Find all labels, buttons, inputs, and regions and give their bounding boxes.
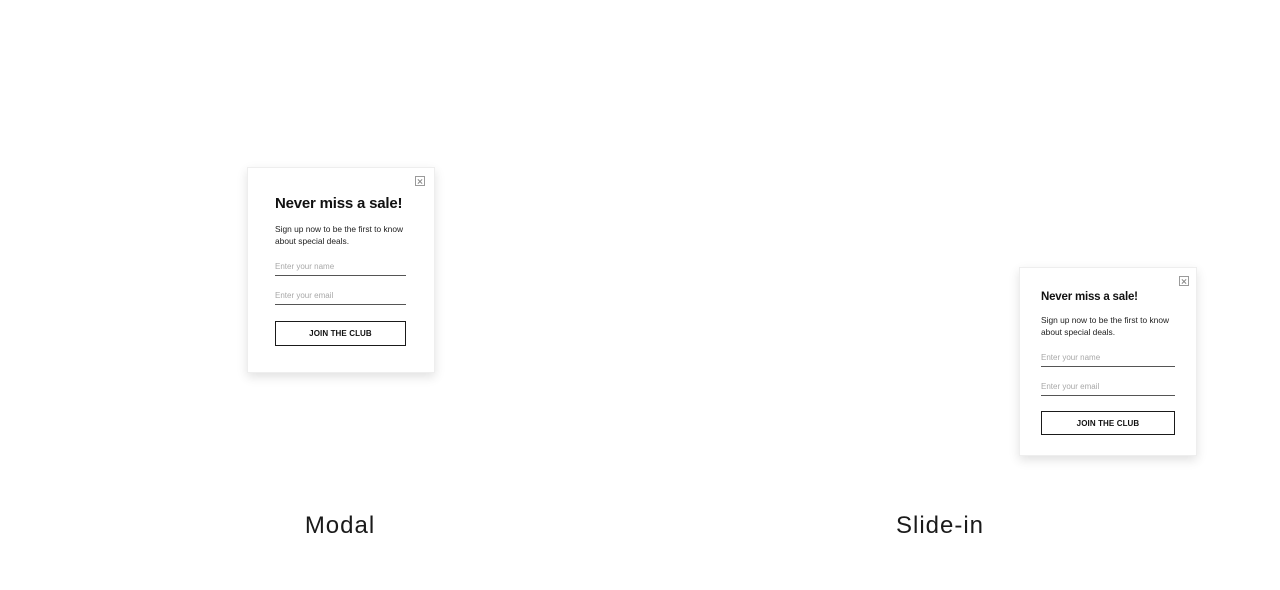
popup-description: Sign up now to be the first to know abou… [275,224,404,246]
name-input[interactable] [275,261,406,276]
slide-in-popup: Never miss a sale! Sign up now to be the… [1019,267,1197,456]
canvas: Never miss a sale! Sign up now to be the… [0,0,1280,590]
modal-caption: Modal [304,512,376,539]
close-icon[interactable] [1179,276,1189,286]
close-icon[interactable] [415,176,425,186]
popup-description: Sign up now to be the first to know abou… [1041,315,1170,337]
slide-in-caption: Slide-in [895,512,985,539]
join-club-button[interactable]: JOIN THE CLUB [275,321,406,346]
email-input[interactable] [275,290,406,305]
popup-headline: Never miss a sale! [1041,291,1138,303]
modal-popup: Never miss a sale! Sign up now to be the… [247,167,435,373]
popup-headline: Never miss a sale! [275,195,403,212]
join-club-button[interactable]: JOIN THE CLUB [1041,411,1175,435]
email-input[interactable] [1041,381,1175,396]
name-input[interactable] [1041,352,1175,367]
